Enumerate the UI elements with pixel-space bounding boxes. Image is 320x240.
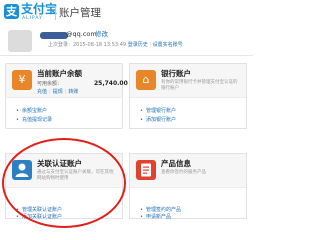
bank-card-title: 银行账户 [161,69,191,78]
logo-subtext: ALIPAY [22,16,43,21]
edit-email-link[interactable]: 修改 [95,29,108,39]
header: 支 支付宝 ALIPAY 账户管理 [0,0,253,26]
document-icon [136,160,156,180]
transfer-link[interactable]: 转账 [68,89,78,95]
add-bank-account-link[interactable]: 添加银行账户 [140,117,176,124]
header-divider [55,6,56,20]
products-card-title: 产品信息 [161,159,191,168]
bank-building-icon: ⌂ [136,70,156,90]
bank-card-description: 有你的常用银行卡并管理支付宝认证的银行账户 [161,80,238,91]
balance-amount: 25,740.00 [94,80,128,87]
avatar[interactable] [8,30,32,52]
manage-products-link[interactable]: 管理签约的产品 [140,207,181,214]
balance-card-title: 当前账户余额 [37,69,82,78]
logo-text[interactable]: 支付宝 [21,2,57,16]
account-email: @qq.com [66,30,97,38]
linked-card-title: 关联认证账户 [37,159,82,168]
products-card-description: 查看你签约的服务产品 [161,170,206,175]
product-info-card: 产品信息 查看你签约的服务产品 管理签约的产品 申请新产品 [129,153,247,221]
recharge-history-link[interactable]: 充值提现记录 [16,117,52,124]
manage-linked-accounts-link[interactable]: 管理关联认证账户 [16,207,62,214]
account-summary: @qq.com 修改 上次登录：2015-08-18 13:53:49 登录历史… [0,26,253,56]
balance-actions: 充值 | 提现 | 转账 [37,89,79,95]
money-bag-icon: ¥ [12,70,32,90]
apply-product-link[interactable]: 申请新产品 [140,214,171,221]
linked-account-card: 关联认证账户 通过与支付宝认证账户关联，可在其他网站购物时使用 管理关联认证账户… [5,153,123,221]
security-settings-link[interactable]: 设置实名账号 [153,42,183,48]
yuebao-account-link[interactable]: 余额宝账户 [16,108,47,115]
user-icon [12,160,32,180]
login-history-link[interactable]: 登录历史 [128,42,148,48]
linked-card-description: 通过与支付宝认证账户关联，可在其他网站购物时使用 [37,170,114,181]
last-login-info: 上次登录：2015-08-18 13:53:49 登录历史 | 设置实名账号 [48,41,183,49]
bank-account-card: ⌂ 银行账户 有你的常用银行卡并管理支付宝认证的银行账户 管理银行账户 添加银行… [129,63,247,129]
balance-label: 可用余额： [37,81,63,87]
masked-email-redaction [40,32,68,39]
last-login-time: 上次登录：2015-08-18 13:53:49 [48,42,127,48]
add-linked-account-link[interactable]: 添加关联认证账户 [16,214,62,221]
manage-bank-accounts-link[interactable]: 管理银行账户 [140,108,176,115]
recharge-link[interactable]: 充值 [37,89,47,95]
balance-card: ¥ 当前账户余额 可用余额： 25,740.00 充值|提现|转账 余额宝账户 … [5,63,128,129]
alipay-logo-icon[interactable]: 支 [4,4,19,19]
withdraw-link[interactable]: 提现 [53,89,63,95]
page-title: 账户管理 [59,7,101,19]
